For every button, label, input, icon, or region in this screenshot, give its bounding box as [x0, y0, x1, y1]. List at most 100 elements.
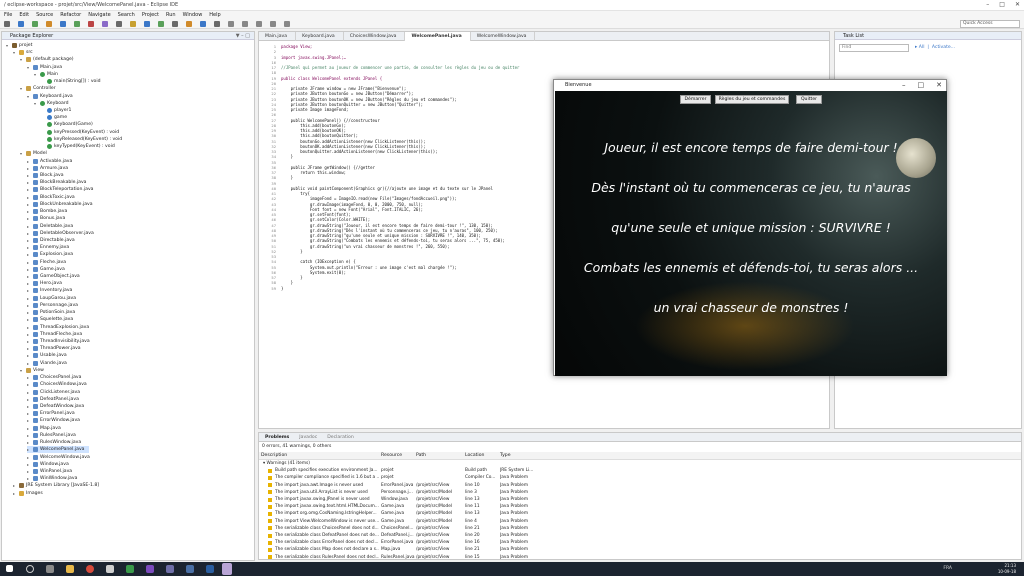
tree-item[interactable]: keyReleased(KeyEvent) : void: [41, 136, 122, 143]
editor-tab[interactable]: ChoicesWindow.java: [344, 32, 406, 41]
toolbar-icon[interactable]: [172, 21, 178, 27]
bottom-tab-javadoc[interactable]: Javadoc: [299, 433, 317, 441]
problem-row[interactable]: The serializable class DefeatPanel does …: [259, 532, 1021, 539]
toolbar-icon[interactable]: [158, 21, 164, 27]
tree-item[interactable]: ▸ Usable.java: [27, 352, 67, 359]
file-explorer-icon[interactable]: [66, 565, 74, 573]
chevron-right-icon[interactable]: ▸: [27, 425, 31, 432]
tree-item[interactable]: ▸ ThreadExplosion.java: [27, 324, 89, 331]
chevron-down-icon[interactable]: ▾: [20, 56, 24, 63]
toolbar-icon[interactable]: [130, 21, 136, 27]
editor-tab[interactable]: Keyboard.java: [296, 32, 344, 41]
chevron-right-icon[interactable]: ▸: [27, 417, 31, 424]
chevron-right-icon[interactable]: ▸: [27, 208, 31, 215]
tree-item[interactable]: game: [41, 114, 67, 121]
chevron-right-icon[interactable]: ▸: [27, 454, 31, 461]
chevron-right-icon[interactable]: ▸: [27, 446, 31, 453]
tree-item[interactable]: ▸ JRE System Library [JavaSE-1.8]: [13, 482, 99, 489]
tree-item[interactable]: ▸ BlockTeleportation.java: [27, 186, 94, 193]
tree-item[interactable]: player1: [41, 107, 71, 114]
tree-item[interactable]: ▸ BlockToxic.java: [27, 194, 75, 201]
tree-item[interactable]: ▸ Fleche.java: [27, 259, 66, 266]
tree-item[interactable]: ▸ Window.java: [27, 461, 69, 468]
problems-column-header[interactable]: Type: [500, 452, 511, 460]
chevron-right-icon[interactable]: ▸: [27, 186, 31, 193]
tree-item[interactable]: ▸ Bonus.java: [27, 215, 65, 222]
tree-item[interactable]: ▸ PotionSoin.java: [27, 309, 75, 316]
chevron-right-icon[interactable]: ▸: [27, 179, 31, 186]
problem-row[interactable]: The serializable class Map does not decl…: [259, 546, 1021, 553]
chevron-right-icon[interactable]: ▸: [27, 396, 31, 403]
chevron-right-icon[interactable]: ▸: [27, 273, 31, 280]
chevron-right-icon[interactable]: ▸: [13, 490, 17, 497]
chevron-down-icon[interactable]: ▾: [6, 42, 10, 49]
toolbar-icon[interactable]: [46, 21, 52, 27]
problem-row[interactable]: The import javax.swing.text.html.HTMLDoc…: [259, 503, 1021, 510]
tree-item[interactable]: ▸ ThreadInvisibility.java: [27, 338, 90, 345]
tree-item[interactable]: ▸ Block.java: [27, 172, 64, 179]
chevron-down-icon[interactable]: ▾: [27, 93, 31, 100]
tree-item[interactable]: ▾ Keyboard.java: [27, 93, 73, 100]
chevron-down-icon[interactable]: ▾: [20, 150, 24, 157]
tree-item[interactable]: ▾ Keyboard: [34, 100, 69, 107]
chevron-down-icon[interactable]: ▾: [20, 367, 24, 374]
chevron-down-icon[interactable]: ▾: [34, 71, 38, 78]
chrome-icon[interactable]: [86, 565, 94, 573]
warnings-group-row[interactable]: ▾ Warnings (41 items): [259, 460, 1021, 467]
tree-item[interactable]: ▸ DeletableObserver.java: [27, 230, 94, 237]
menu-edit[interactable]: Edit: [19, 11, 29, 19]
chevron-right-icon[interactable]: ▸: [27, 295, 31, 302]
tree-item[interactable]: ▸ ThreadPower.java: [27, 345, 81, 352]
chevron-right-icon[interactable]: ▸: [27, 165, 31, 172]
quick-access-input[interactable]: Quick Access: [960, 20, 1020, 28]
task-all-link[interactable]: ▸ All | Activate...: [915, 45, 955, 50]
minimize-icon[interactable]: –: [902, 80, 906, 91]
chevron-right-icon[interactable]: ▸: [27, 461, 31, 468]
editor-tab[interactable]: WelcomeWindow.java: [471, 32, 536, 41]
tree-item[interactable]: ▾ Model: [20, 150, 47, 157]
app-icon[interactable]: [166, 565, 174, 573]
tree-item[interactable]: ▸ Map.java: [27, 425, 61, 432]
app-icon[interactable]: [126, 565, 134, 573]
windows-start-icon[interactable]: [6, 565, 13, 572]
chevron-right-icon[interactable]: ▸: [27, 302, 31, 309]
chevron-right-icon[interactable]: ▸: [27, 201, 31, 208]
tree-item[interactable]: ▾ projet: [6, 42, 32, 49]
demarrer-button[interactable]: Démarrer: [680, 95, 711, 104]
toolbar-icon[interactable]: [242, 21, 248, 27]
tree-item[interactable]: ▸ ErrorPanel.java: [27, 410, 75, 417]
chevron-right-icon[interactable]: ▸: [27, 172, 31, 179]
eclipse-icon[interactable]: [222, 563, 232, 575]
problems-column-header[interactable]: Location: [465, 452, 484, 460]
chevron-right-icon[interactable]: ▸: [27, 352, 31, 359]
tree-item[interactable]: ▸ Armure.java: [27, 165, 68, 172]
chevron-right-icon[interactable]: ▸: [27, 360, 31, 367]
tree-item[interactable]: ▸ Activable.java: [27, 158, 72, 165]
menu-search[interactable]: Search: [118, 11, 135, 19]
chevron-right-icon[interactable]: ▸: [27, 251, 31, 258]
rules-button[interactable]: Règles du jeu et commandes: [715, 95, 789, 104]
tree-item[interactable]: ▾ src: [13, 49, 33, 56]
tree-item[interactable]: ▸ ChoicesPanel.java: [27, 374, 81, 381]
close-icon[interactable]: ✕: [1015, 1, 1020, 8]
tree-item[interactable]: Keyboard(Game): [41, 121, 93, 128]
problem-row[interactable]: The import javax.swing.JPanel is never u…: [259, 496, 1021, 503]
menu-window[interactable]: Window: [183, 11, 203, 19]
tree-item[interactable]: ▸ Personnage.java: [27, 302, 78, 309]
tree-item[interactable]: ▸ GameObject.java: [27, 273, 80, 280]
tree-item[interactable]: ▾ Main.java: [27, 64, 62, 71]
menu-project[interactable]: Project: [142, 11, 159, 19]
chevron-right-icon[interactable]: ▸: [27, 468, 31, 475]
chevron-right-icon[interactable]: ▸: [27, 475, 31, 482]
chevron-right-icon[interactable]: ▸: [27, 316, 31, 323]
problem-row[interactable]: Build path specifies execution environme…: [259, 467, 1021, 474]
problem-row[interactable]: The serializable class ErrorPanel does n…: [259, 539, 1021, 546]
tree-item[interactable]: ▾ Controller: [20, 85, 56, 92]
chevron-right-icon[interactable]: ▸: [27, 194, 31, 201]
tree-item[interactable]: ▸ Bombe.java: [27, 208, 67, 215]
problem-row[interactable]: The import View.WelcomeWindow is never u…: [259, 518, 1021, 525]
toolbar-icon[interactable]: [214, 21, 220, 27]
maximize-icon[interactable]: □: [999, 1, 1005, 8]
tree-item[interactable]: ▸ ThreadFleche.java: [27, 331, 82, 338]
quitter-button[interactable]: Quitter: [796, 95, 822, 104]
